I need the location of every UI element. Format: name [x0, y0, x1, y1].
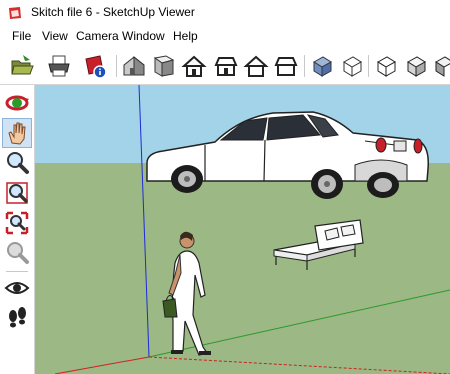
toolbar-separator [304, 55, 305, 77]
sidebar-separator [6, 271, 28, 272]
shaded-textures-style-icon[interactable] [430, 52, 450, 80]
hidden-line-style-icon[interactable] [372, 52, 400, 80]
look-around-icon[interactable] [3, 274, 31, 302]
toolbar [0, 47, 450, 85]
camera-toolbar [0, 85, 35, 374]
wireframe-style-icon[interactable] [338, 52, 366, 80]
iso-view-icon[interactable] [120, 52, 148, 80]
menu-window[interactable]: Window [122, 29, 165, 43]
menu-camera[interactable]: Camera [76, 29, 119, 43]
model-info-icon[interactable] [81, 52, 109, 80]
orbit-icon[interactable] [3, 89, 31, 117]
right-view-icon[interactable] [212, 52, 240, 80]
front-view-icon[interactable] [180, 52, 208, 80]
pan-icon[interactable] [2, 118, 32, 148]
zoom-window-icon[interactable] [3, 179, 31, 207]
window-title: Skitch file 6 - SketchUp Viewer [31, 5, 195, 19]
model-viewport[interactable] [35, 85, 450, 374]
zoom-extents-icon[interactable] [3, 209, 31, 237]
sketchup-app-icon [9, 7, 21, 19]
top-view-icon[interactable] [150, 52, 178, 80]
left-view-icon[interactable] [272, 52, 300, 80]
menu-view[interactable]: View [42, 29, 68, 43]
print-icon[interactable] [45, 52, 73, 80]
menu-bar: File View Camera Window Help [0, 25, 450, 46]
toolbar-separator [116, 55, 117, 77]
title-bar: Skitch file 6 - SketchUp Viewer [0, 0, 450, 25]
xray-style-icon[interactable] [308, 52, 336, 80]
zoom-icon[interactable] [3, 149, 31, 177]
open-icon[interactable] [8, 52, 36, 80]
walk-icon[interactable] [3, 304, 31, 332]
menu-file[interactable]: File [12, 29, 31, 43]
shaded-style-icon[interactable] [402, 52, 430, 80]
previous-view-icon[interactable] [3, 239, 31, 267]
menu-help[interactable]: Help [173, 29, 198, 43]
toolbar-separator [368, 55, 369, 77]
back-view-icon[interactable] [242, 52, 270, 80]
